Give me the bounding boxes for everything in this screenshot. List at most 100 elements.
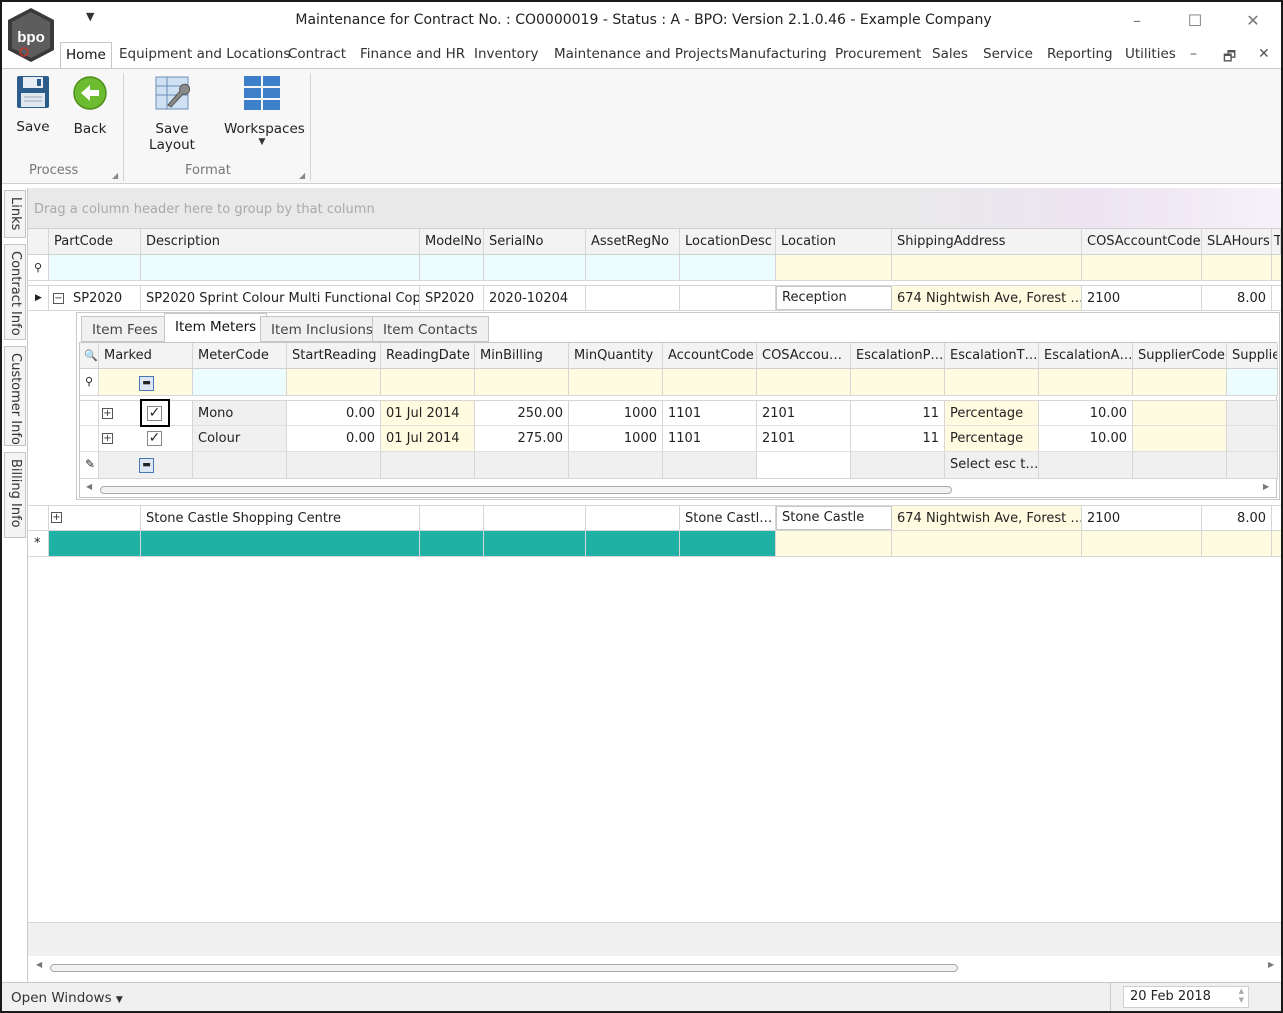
filter-cell-startreading[interactable]	[287, 369, 381, 395]
new-cell-escalationtype[interactable]: Select esc t…	[945, 452, 1039, 478]
cell-suppliercode[interactable]	[1133, 426, 1227, 451]
group-by-panel[interactable]: Drag a column header here to group by th…	[28, 188, 1281, 229]
filter-cell-locationdesc[interactable]	[680, 255, 776, 280]
new-row[interactable]: ✎ ▬ Select esc t…	[80, 452, 1278, 479]
cell-slahours[interactable]: 8.00	[1202, 286, 1272, 310]
filter-cell-suppliercode[interactable]	[1133, 369, 1227, 395]
main-horizontal-scrollbar[interactable]: ◀ ▶	[30, 960, 1280, 974]
side-tab-billing-info[interactable]: Billing Info	[4, 452, 26, 538]
column-header-modelno[interactable]: ModelNo	[420, 229, 484, 254]
table-row[interactable]: + ✓ Colour 0.00 01 Jul 2014 275.00 1000 …	[80, 426, 1278, 452]
maximize-button[interactable]: ☐	[1180, 8, 1210, 34]
filter-cell-serialno[interactable]	[484, 255, 586, 280]
new-cell-escalationperiod[interactable]	[851, 452, 945, 478]
column-header-cosaccount[interactable]: COSAccou…	[757, 343, 851, 368]
cell-escalationperiod[interactable]: 11	[851, 426, 945, 451]
filter-cell-cosaccountcode[interactable]	[1082, 255, 1202, 280]
scrollbar-thumb[interactable]	[100, 486, 952, 494]
cell-serialno[interactable]: 2020-10204	[484, 286, 586, 310]
save-button[interactable]: Save	[14, 75, 52, 135]
process-dialog-launcher-icon[interactable]: ◢	[112, 171, 118, 180]
new-cell-assetregno[interactable]	[586, 531, 680, 556]
column-header-t[interactable]: T	[1272, 229, 1281, 254]
column-header-partcode[interactable]: PartCode	[49, 229, 141, 254]
cell-location[interactable]: Stone Castle	[776, 506, 892, 530]
cell-metercode[interactable]: Colour	[193, 426, 287, 451]
cell-readingdate[interactable]: 01 Jul 2014	[381, 426, 475, 451]
new-cell-locationdesc[interactable]	[680, 531, 776, 556]
format-dialog-launcher-icon[interactable]: ◢	[299, 171, 305, 180]
filter-cell-minquantity[interactable]	[569, 369, 663, 395]
new-cell-cosaccountcode[interactable]	[1082, 531, 1202, 556]
cell-description[interactable]: SP2020 Sprint Colour Multi Functional Co…	[141, 286, 420, 310]
bpo-logo[interactable]: bpo	[4, 6, 58, 64]
table-row[interactable]: + ✓ Mono 0.00 01 Jul 2014 250.00 1000 11…	[80, 399, 1278, 427]
detail-horizontal-scrollbar[interactable]: ◀ ▶	[80, 482, 1276, 496]
cell-cosaccount[interactable]: 2101	[757, 401, 851, 425]
back-button[interactable]: Back	[70, 75, 110, 137]
filter-cell-accountcode[interactable]	[663, 369, 757, 395]
column-header-escalationtype[interactable]: EscalationT…	[945, 343, 1039, 368]
filter-cell-modelno[interactable]	[420, 255, 484, 280]
cell-modelno[interactable]	[420, 506, 484, 530]
cell-location[interactable]: Reception	[776, 286, 892, 310]
cell-readingdate[interactable]: 01 Jul 2014	[381, 401, 475, 425]
column-header-locationdesc[interactable]: LocationDesc	[680, 229, 776, 254]
tab-contract[interactable]: Contract	[288, 46, 346, 62]
new-cell-escalationamount[interactable]	[1039, 452, 1133, 478]
cell-cosaccount[interactable]: 2101	[757, 426, 851, 451]
new-cell-slahours[interactable]	[1202, 531, 1272, 556]
cell-minbilling[interactable]: 250.00	[475, 401, 569, 425]
open-windows-button[interactable]: Open Windows ▼	[11, 990, 123, 1006]
new-cell-description[interactable]	[141, 531, 420, 556]
new-cell-suppliercode[interactable]	[1133, 452, 1227, 478]
new-cell-startreading[interactable]	[287, 452, 381, 478]
save-layout-button[interactable]: Save Layout	[133, 75, 211, 153]
cell-startreading[interactable]: 0.00	[287, 401, 381, 425]
date-field[interactable]: 20 Feb 2018 ▲ ▼	[1123, 986, 1249, 1008]
filter-cell-supplier[interactable]	[1227, 369, 1278, 395]
filter-cell-t[interactable]	[1272, 255, 1281, 280]
filter-cell-minbilling[interactable]	[475, 369, 569, 395]
tab-item-meters[interactable]: Item Meters	[164, 313, 268, 343]
close-button[interactable]: ✕	[1238, 8, 1268, 34]
column-header-description[interactable]: Description	[141, 229, 420, 254]
filter-cell-location[interactable]	[776, 255, 892, 280]
cell-modelno[interactable]: SP2020	[420, 286, 484, 310]
tab-reporting[interactable]: Reporting	[1047, 46, 1113, 62]
scroll-right-icon[interactable]: ▶	[1263, 482, 1269, 491]
column-header-escalationperiod[interactable]: EscalationP…	[851, 343, 945, 368]
filter-checkbox-icon[interactable]: ▬	[139, 376, 154, 391]
new-cell-serialno[interactable]	[484, 531, 586, 556]
column-header-location[interactable]: Location	[776, 229, 892, 254]
side-tab-links[interactable]: Links	[4, 190, 26, 238]
cell-shippingaddress[interactable]: 674 Nightwish Ave, Forest …	[892, 286, 1082, 310]
column-header-supplier[interactable]: Supplier	[1227, 343, 1278, 368]
tab-equipment-and-locations[interactable]: Equipment and Locations	[119, 46, 290, 62]
tab-finance-and-hr[interactable]: Finance and HR	[360, 46, 465, 62]
column-header-marked[interactable]: Marked	[99, 343, 193, 368]
column-header-metercode[interactable]: MeterCode	[193, 343, 287, 368]
column-header-minquantity[interactable]: MinQuantity	[569, 343, 663, 368]
cell-serialno[interactable]	[484, 506, 586, 530]
marked-checkbox[interactable]: ✓	[147, 431, 162, 446]
tab-maintenance-and-projects[interactable]: Maintenance and Projects	[554, 46, 728, 62]
filter-cell-assetregno[interactable]	[586, 255, 680, 280]
cell-description[interactable]: Stone Castle Shopping Centre	[141, 506, 420, 530]
cell-cosaccountcode[interactable]: 2100	[1082, 506, 1202, 530]
new-cell-supplier[interactable]	[1227, 452, 1278, 478]
table-row[interactable]: ▶ SP2020 − SP2020 Sprint Colour Multi Fu…	[28, 285, 1281, 311]
cell-cosaccountcode[interactable]: 2100	[1082, 286, 1202, 310]
new-cell-shippingaddress[interactable]	[892, 531, 1082, 556]
column-header-suppliercode[interactable]: SupplierCode	[1133, 343, 1227, 368]
cell-escalationamount[interactable]: 10.00	[1039, 426, 1133, 451]
cell-supplier[interactable]	[1227, 426, 1278, 451]
column-header-shippingaddress[interactable]: ShippingAddress	[892, 229, 1082, 254]
cell-startreading[interactable]: 0.00	[287, 426, 381, 451]
cell-escalationamount[interactable]: 10.00	[1039, 401, 1133, 425]
cell-suppliercode[interactable]	[1133, 401, 1227, 425]
new-cell-t[interactable]	[1272, 531, 1281, 556]
new-cell-cosaccount[interactable]	[757, 452, 851, 478]
collapse-icon[interactable]: −	[53, 293, 64, 304]
cell-minquantity[interactable]: 1000	[569, 401, 663, 425]
